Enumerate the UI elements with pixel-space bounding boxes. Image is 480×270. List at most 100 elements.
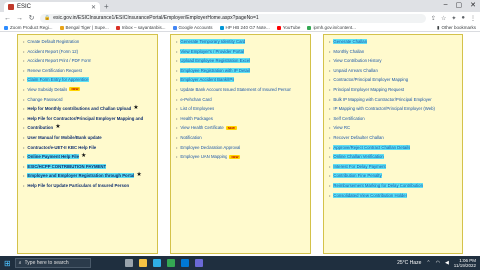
portal-link[interactable]: Unpaid Arrears Challan xyxy=(333,68,377,73)
close-window-button[interactable]: ✕ xyxy=(470,1,476,9)
address-bar[interactable]: 🔒 esic.gov.in/ESICInsurance1/ESICInsuran… xyxy=(40,13,426,23)
portal-link[interactable]: View Contribution History xyxy=(333,58,381,63)
bullet-icon: • xyxy=(176,144,178,150)
bookmark-star-icon[interactable]: ☆ xyxy=(441,15,446,22)
bullet-icon: • xyxy=(23,77,25,83)
tab-close-icon[interactable]: ✕ xyxy=(91,4,96,11)
bookmark-item[interactable]: HP HB 240 G7 Note... xyxy=(219,25,270,30)
portal-link[interactable]: IP Mapping with Contractor/Principal Emp… xyxy=(333,106,435,111)
portal-link[interactable]: Change Password xyxy=(27,97,62,102)
portal-link[interactable]: Online Challan Verification xyxy=(333,154,384,160)
page-content: • Create Default Registration • Accident Re… xyxy=(0,32,480,256)
portal-link[interactable]: Claim Form Entry for Apprentice xyxy=(27,77,89,83)
portal-link[interactable]: View Employer's / Provider Portal xyxy=(180,48,244,54)
portal-link[interactable]: User Manual for Mobile/Bank update xyxy=(27,135,101,140)
lock-icon[interactable]: 🔒 xyxy=(44,15,50,21)
portal-link[interactable]: Consolidated View Contribution Holder xyxy=(333,192,408,198)
portal-link[interactable]: Interest For Delay Payment xyxy=(333,163,386,169)
folder-icon: ▮ xyxy=(437,24,440,30)
volume-icon[interactable]: ◀ xyxy=(445,260,449,266)
task-view-icon[interactable] xyxy=(124,259,133,267)
back-arrow-icon[interactable]: ← xyxy=(4,15,11,22)
minimize-button[interactable]: – xyxy=(444,1,448,9)
reload-icon[interactable]: ↻ xyxy=(28,14,35,22)
portal-link[interactable]: Accident Report Print / PDF Form xyxy=(27,58,91,63)
portal-link[interactable]: Help File for Contractor/Principal Emplo… xyxy=(27,116,143,121)
portal-link[interactable]: Employee and Employer Registration throu… xyxy=(27,173,135,179)
portal-link[interactable]: Principal Employer Mapping Request xyxy=(333,87,404,92)
middle-link-list: • Generate Temporary Identity Card • View E… xyxy=(176,39,305,159)
wifi-icon[interactable]: ◠ xyxy=(436,260,440,266)
browser-tab[interactable]: ESIC ✕ xyxy=(4,2,100,12)
portal-link[interactable]: Monthly Challan xyxy=(333,49,364,54)
portal-link[interactable]: Bulk IP Mapping with Contractor/Principa… xyxy=(333,97,431,102)
portal-link[interactable]: Notification xyxy=(180,135,201,140)
new-tab-button[interactable]: + xyxy=(104,2,109,12)
portal-link[interactable]: Employee UAN Mapping xyxy=(180,154,227,159)
portal-link[interactable]: Employee Registration with IP Detail xyxy=(180,67,250,73)
portal-link[interactable]: Generate Challan xyxy=(333,39,368,44)
list-item: • User Manual for Mobile/Bank update xyxy=(23,135,152,140)
forward-arrow-icon[interactable]: → xyxy=(16,15,23,22)
list-item: • Generate Temporary Identity Card xyxy=(176,39,305,44)
portal-link[interactable]: Update Bank Account Issued Statement of … xyxy=(180,87,291,92)
bookmark-item[interactable]: YouTube xyxy=(276,25,300,30)
profile-icon[interactable]: ● xyxy=(461,15,465,22)
portal-link[interactable]: ESIC/HCPP CONTRIBUTION PAYMENT xyxy=(27,163,107,169)
portal-link[interactable]: Approve/Reject Contract Challan Details xyxy=(333,144,411,150)
portal-link[interactable]: Online Payment Help File xyxy=(27,154,79,160)
portal-link[interactable]: Generate Temporary Identity Card xyxy=(180,39,246,44)
chevron-up-icon[interactable]: ⌃ xyxy=(426,260,430,266)
taskbar-search[interactable]: ⌕ xyxy=(14,258,91,268)
portal-link[interactable]: Reimbursement Marking for Delay Contribu… xyxy=(333,182,423,188)
portal-link[interactable]: Self Certification xyxy=(333,116,364,121)
portal-link[interactable]: Contractor/e-UET-II KBC Help File xyxy=(27,145,96,150)
portal-link[interactable]: Accident Report (Form 12) xyxy=(27,49,78,54)
bullet-icon: • xyxy=(23,154,25,160)
bullet-icon: • xyxy=(329,144,331,150)
bullet-icon: • xyxy=(23,86,25,92)
clock[interactable]: 1:06 PM 11/19/2022 xyxy=(454,258,476,268)
weather-text[interactable]: 25°C Haze xyxy=(397,260,421,266)
extensions-icon[interactable]: ✦ xyxy=(451,15,456,22)
portal-link[interactable]: Help File for Update Particulars of Insu… xyxy=(27,183,129,188)
portal-link[interactable]: Contractor/Principal Employer Mapping xyxy=(333,77,408,82)
portal-link[interactable]: e-Pehchan Card xyxy=(180,97,211,102)
portal-link[interactable]: Health Packages xyxy=(180,116,213,121)
other-bookmarks-label: Other bookmarks xyxy=(441,25,476,30)
portal-link[interactable]: Upload Employee Registration Excel xyxy=(180,58,251,64)
bullet-icon: • xyxy=(23,173,25,179)
menu-icon[interactable]: ⋮ xyxy=(470,15,476,22)
other-bookmarks[interactable]: ▮ Other bookmarks xyxy=(437,25,476,31)
edge-icon[interactable] xyxy=(152,259,161,267)
portal-link[interactable]: View RC xyxy=(333,125,350,130)
bookmark-item[interactable]: ipmh.gov.in/content... xyxy=(307,25,356,30)
maximize-button[interactable]: ▢ xyxy=(456,1,463,9)
file-explorer-icon[interactable] xyxy=(138,259,147,267)
bookmark-item[interactable]: Zoom Product Regi... xyxy=(4,25,53,30)
portal-link[interactable]: Contribution xyxy=(27,125,53,130)
portal-link[interactable]: Contribution Fine Penalty xyxy=(333,173,382,179)
portal-link[interactable]: Renew Certification Request xyxy=(27,68,81,73)
bookmark-item[interactable]: Bengal Tiger | Supe... xyxy=(59,25,109,30)
portal-link[interactable]: Employer Accident Bank/IPs xyxy=(180,77,235,83)
bookmark-item[interactable]: Google Accounts xyxy=(172,25,213,30)
bullet-icon: • xyxy=(176,39,178,44)
portal-link[interactable]: View Subsidy Details xyxy=(27,87,67,92)
portal-link[interactable]: Help for Monthly contributions and Chall… xyxy=(27,106,131,111)
windows-start-icon[interactable]: ⊞ xyxy=(4,259,11,268)
store-icon[interactable] xyxy=(194,259,203,267)
url-text[interactable]: esic.gov.in/ESICInsurance1/ESICInsurance… xyxy=(53,15,422,21)
portal-link[interactable]: Recover Defaulter Challan xyxy=(333,135,383,140)
mail-icon[interactable] xyxy=(180,259,189,267)
share-icon[interactable]: ⇪ xyxy=(431,15,436,22)
chrome-icon[interactable] xyxy=(166,259,175,267)
list-item: • Contribution ★ xyxy=(23,124,152,130)
portal-link[interactable]: Employee Declaration Approval xyxy=(180,145,240,150)
portal-link[interactable]: List of Employees xyxy=(180,106,214,111)
portal-link[interactable]: View Health Certificate xyxy=(180,125,223,130)
portal-link[interactable]: Create Default Registration xyxy=(27,39,79,44)
bookmark-item[interactable]: Inbox – sayantanbis... xyxy=(115,25,166,30)
taskbar-search-input[interactable] xyxy=(24,260,85,266)
list-item: • View Contribution History xyxy=(329,58,457,63)
